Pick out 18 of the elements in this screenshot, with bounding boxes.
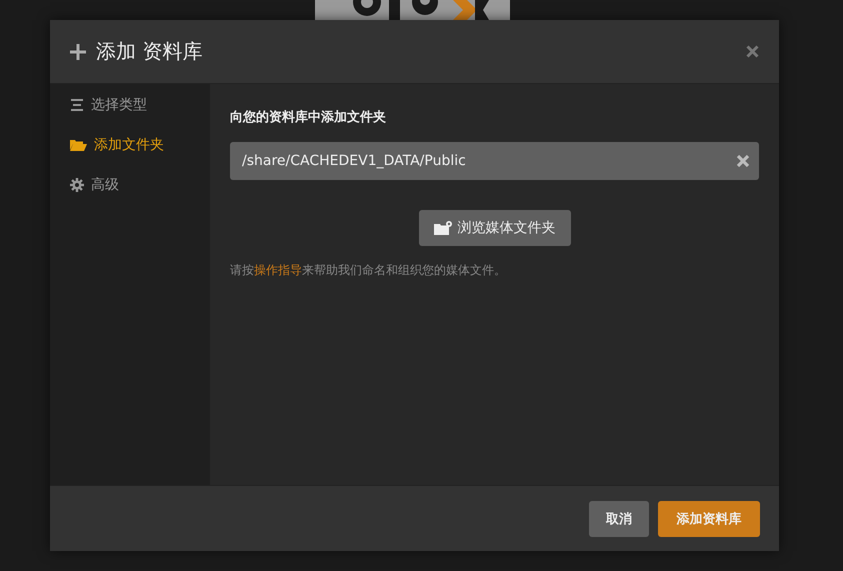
add-library-button[interactable]: 添加资料库 bbox=[658, 500, 760, 536]
browse-folder-button[interactable]: 浏览媒体文件夹 bbox=[418, 210, 570, 246]
sidebar-item[interactable]: 高级 bbox=[70, 176, 210, 194]
help-text: 请按操作指导来帮助我们命名和组织您的媒体文件。 bbox=[230, 262, 507, 279]
gear-icon bbox=[70, 178, 84, 192]
close-button[interactable] bbox=[746, 45, 759, 58]
folder-icon bbox=[434, 221, 452, 235]
folder-icon bbox=[70, 139, 87, 151]
section-heading: 向您的资料库中添加文件夹 bbox=[230, 108, 387, 126]
plus-icon bbox=[70, 44, 86, 60]
cancel-button[interactable]: 取消 bbox=[589, 500, 649, 536]
sidebar-item[interactable]: 选择类型 bbox=[70, 96, 210, 114]
dialog-title: 添加 资料库 bbox=[96, 38, 204, 65]
guide-link[interactable]: 操作指导 bbox=[254, 263, 302, 277]
list-icon bbox=[70, 99, 84, 111]
clear-icon[interactable] bbox=[736, 154, 750, 168]
sidebar-item[interactable]: 添加文件夹 bbox=[70, 136, 210, 154]
folder-path-field[interactable]: /share/CACHEDEV1_DATA/Public bbox=[230, 142, 759, 180]
